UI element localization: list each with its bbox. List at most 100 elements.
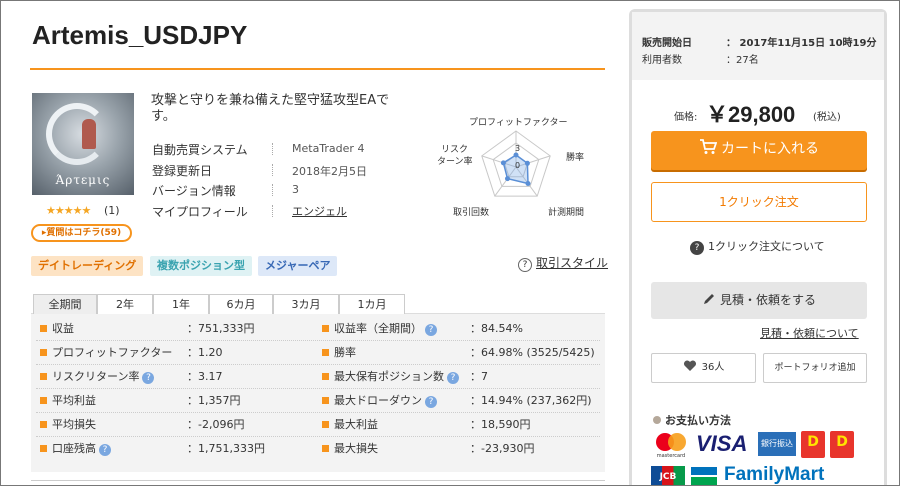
help-icon[interactable]: ? (425, 396, 437, 408)
stat-value: ：-2,096円 (187, 418, 245, 431)
stat-bullet (40, 325, 47, 332)
radar-point-risk-return (500, 160, 506, 166)
svg-text:mastercard: mastercard (657, 453, 685, 459)
stat-label: 最大保有ポジション数? (334, 368, 459, 384)
tab-1-month[interactable]: 1カ月 (339, 294, 405, 314)
stat-bullet (40, 445, 47, 452)
users-label: 利用者数 (642, 55, 682, 66)
sale-start-label: 販売開始日 (642, 38, 692, 49)
question-icon: ? (690, 241, 704, 255)
stats-bottom-border (31, 480, 605, 481)
stat-bullet (40, 421, 47, 428)
trade-style-link[interactable]: ? 取引スタイル (518, 254, 608, 272)
tab-all-period[interactable]: 全期間 (33, 294, 97, 314)
spec-separator (272, 143, 273, 155)
help-icon[interactable]: ? (447, 372, 459, 384)
stat-row-divider (36, 364, 600, 365)
stat-label: 収益率（全期間）? (334, 320, 437, 336)
visa-icon: VISA (696, 431, 748, 456)
stat-label: 収益 (52, 322, 74, 335)
spec-value: MetaTrader 4 (292, 142, 365, 155)
spec-value: 2018年2月5日 (292, 165, 367, 178)
radar-label-period: 計測期間 (548, 208, 585, 218)
tab-3-months[interactable]: 3カ月 (273, 294, 339, 314)
familymart-icon: FamilyMart (724, 464, 825, 485)
stat-value: ：1.20 (187, 346, 223, 359)
radar-label-trades: 取引回数 (453, 208, 490, 218)
stat-value: ：-23,930円 (470, 442, 535, 455)
radar-point-period (525, 181, 531, 186)
familymart-logo-icon (691, 467, 717, 485)
profile-link[interactable]: エンジェル (292, 203, 347, 219)
stat-bullet (322, 445, 329, 452)
stat-row-divider (36, 412, 600, 413)
radar-point-profit-factor (513, 152, 519, 158)
tab-2-years[interactable]: 2年 (97, 294, 153, 314)
title-divider (30, 68, 605, 70)
stat-bullet (322, 373, 329, 380)
pencil-icon (703, 294, 714, 304)
product-title: Artemis_USDJPY (32, 20, 248, 50)
quote-about-link[interactable]: 見積・依頼について (760, 325, 859, 341)
bank-transfer-icon: 銀行振込 (758, 432, 796, 456)
add-to-cart-button[interactable]: カートに入れる (651, 131, 867, 170)
stat-value: ：14.94% (237,362円) (470, 394, 592, 407)
stat-value: ：7 (470, 370, 488, 383)
stat-bullet (322, 397, 329, 404)
price-label: 価格: (674, 112, 698, 123)
favorite-button[interactable]: 36人 (651, 353, 756, 383)
tag-major-pair[interactable]: メジャーペア (258, 256, 338, 276)
quote-request-button[interactable]: 見積・依頼をする (651, 282, 867, 319)
dy-icon-2: D (830, 431, 854, 458)
help-circle-icon: ? (518, 258, 532, 272)
stat-label: 勝率 (334, 346, 356, 359)
stat-bullet (322, 421, 329, 428)
stat-value: ：1,357円 (187, 394, 241, 407)
rating-stars: ★★★★★ (46, 204, 91, 217)
spec-label: バージョン情報 (152, 184, 236, 198)
radar-scale-zero: 0 (515, 161, 520, 170)
product-thumbnail[interactable]: Άρτεμις (32, 93, 134, 195)
dy-icon: D (801, 431, 825, 458)
price-tax: (税込) (813, 112, 841, 123)
sale-start-value: ： 2017年11月15日 10時19分 (726, 38, 877, 49)
stat-label: 平均利益 (52, 394, 96, 407)
stat-label: 最大ドローダウン? (334, 392, 437, 408)
tag-daytrading[interactable]: デイトレーディング (31, 256, 144, 276)
thumbnail-logo: Άρτεμις (55, 173, 111, 187)
help-icon[interactable]: ? (142, 372, 155, 384)
one-click-order-button[interactable]: 1クリック注文 (651, 182, 867, 222)
stat-bullet (322, 325, 329, 332)
stat-row-divider (36, 388, 600, 389)
radar-point-win-rate (524, 160, 530, 166)
spec-value: 3 (292, 183, 299, 196)
stat-row-divider (36, 436, 600, 437)
stat-label: 口座残高? (52, 440, 111, 456)
add-portfolio-button[interactable]: ポートフォリオ追加 (763, 353, 867, 383)
one-click-about-link[interactable]: ? 1クリック注文について (690, 238, 825, 255)
tab-6-months[interactable]: 6カ月 (209, 294, 273, 314)
stat-value: ：751,333円 (187, 322, 255, 335)
spec-separator (272, 205, 273, 217)
question-button[interactable]: ▸質問はコチラ(59) (31, 224, 132, 242)
stat-row-divider (36, 340, 600, 341)
payment-methods-title: お支払い方法 (653, 412, 731, 428)
mastercard-icon: mastercard (656, 433, 686, 459)
radar-label-risk-return-2: ターン率 (437, 157, 473, 167)
stat-value: ：18,590円 (470, 418, 531, 431)
spec-separator (272, 164, 273, 176)
stat-value: ：3.17 (187, 370, 223, 383)
tab-1-year[interactable]: 1年 (153, 294, 209, 314)
tag-multi-position[interactable]: 複数ポジション型 (150, 256, 252, 276)
cart-icon (700, 139, 718, 154)
stat-bullet (322, 349, 329, 356)
help-icon[interactable]: ? (99, 444, 111, 456)
rating-count[interactable]: (1) (104, 204, 120, 217)
stat-label: プロフィットファクター (52, 346, 173, 359)
figure-graphic (82, 119, 96, 149)
stat-value: ：64.98% (3525/5425) (470, 346, 595, 359)
spec-separator (272, 184, 273, 196)
help-icon[interactable]: ? (425, 324, 437, 336)
moon-graphic (46, 103, 108, 165)
users-value: ：27名 (726, 55, 759, 66)
